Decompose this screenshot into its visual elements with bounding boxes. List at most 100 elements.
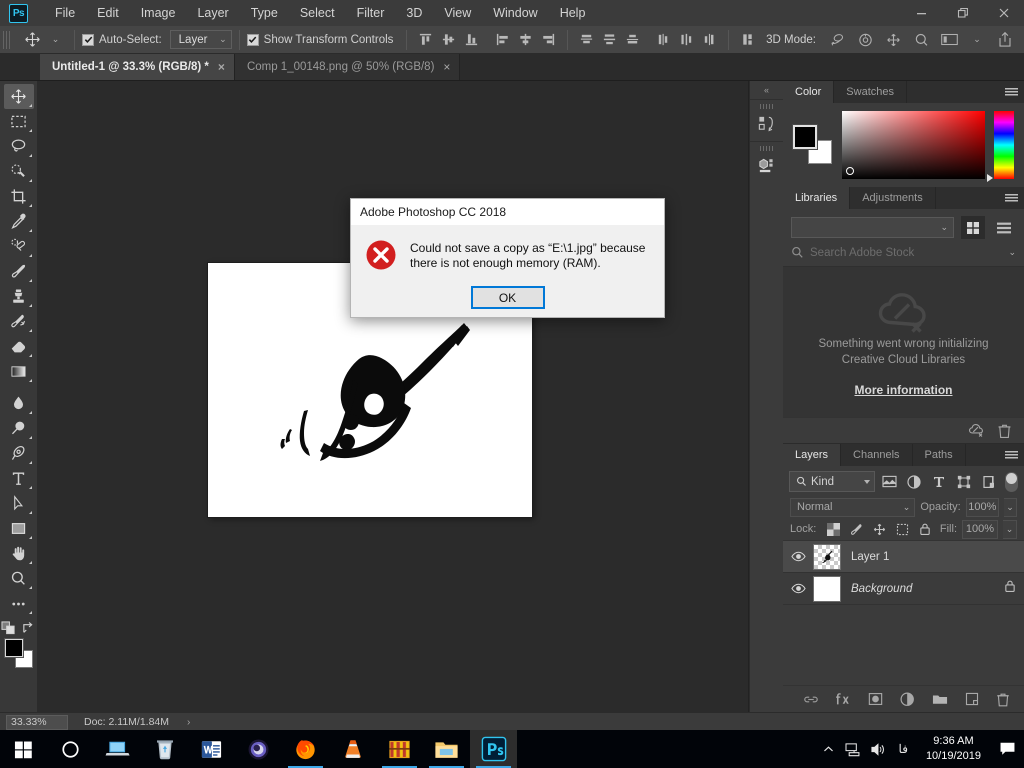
auto-select-checkbox[interactable] xyxy=(82,33,94,46)
close-icon[interactable]: × xyxy=(218,61,225,73)
adobe-stock-search[interactable]: Search Adobe Stock ⌄ xyxy=(783,244,1024,267)
filter-pixel-icon[interactable] xyxy=(879,471,900,492)
menu-help[interactable]: Help xyxy=(549,0,597,26)
eyedropper-tool[interactable] xyxy=(4,209,34,234)
auto-select-scope-select[interactable]: Layer ⌄ xyxy=(169,30,232,49)
ok-button[interactable]: OK xyxy=(470,286,545,309)
menu-layer[interactable]: Layer xyxy=(186,0,239,26)
canvas-area[interactable] xyxy=(38,81,749,712)
gradient-tool[interactable] xyxy=(4,359,34,384)
crop-tool[interactable] xyxy=(4,184,34,209)
brush-tool[interactable] xyxy=(4,259,34,284)
workspace-chevron-icon[interactable]: ⌄ xyxy=(964,28,990,52)
close-button[interactable] xyxy=(983,0,1024,26)
layer-thumbnail[interactable] xyxy=(813,543,841,570)
roll-3d-icon[interactable] xyxy=(852,28,878,52)
tab-color[interactable]: Color xyxy=(783,81,835,103)
hue-slider-handle[interactable] xyxy=(987,174,993,182)
microsoft-word-icon[interactable] xyxy=(188,730,235,768)
align-vertical-centers-icon[interactable] xyxy=(437,29,460,51)
filter-type-icon[interactable] xyxy=(928,471,949,492)
blend-mode-select[interactable]: Normal ⌄ xyxy=(790,497,916,517)
layers-panel-menu-button[interactable] xyxy=(1005,444,1018,466)
clone-stamp-tool[interactable] xyxy=(4,284,34,309)
filter-kind-select[interactable]: Kind xyxy=(789,471,875,492)
document-tab-untitled-1[interactable]: Untitled-1 @ 33.3% (RGB/8) * × xyxy=(40,54,235,80)
distribute-vertical-centers-icon[interactable] xyxy=(598,29,621,51)
status-expand-arrow-icon[interactable]: › xyxy=(187,717,190,728)
rectangle-tool[interactable] xyxy=(4,516,34,541)
layer-style-fx-icon[interactable] xyxy=(836,692,851,706)
opacity-stepper[interactable]: ⌄ xyxy=(1004,497,1017,517)
history-panel-button[interactable] xyxy=(749,99,784,141)
grid-view-button[interactable] xyxy=(961,216,985,239)
menu-type[interactable]: Type xyxy=(240,0,289,26)
workspace-switcher-icon[interactable] xyxy=(936,28,962,52)
quick-selection-tool[interactable] xyxy=(4,159,34,184)
tab-layers[interactable]: Layers xyxy=(783,444,842,466)
move-tool-icon[interactable] xyxy=(21,29,44,51)
lock-artboard-icon[interactable] xyxy=(896,523,909,536)
firefox-icon[interactable] xyxy=(282,730,329,768)
new-layer-icon[interactable] xyxy=(965,692,979,706)
zoom-3d-icon[interactable] xyxy=(908,28,934,52)
menu-image[interactable]: Image xyxy=(130,0,187,26)
new-adjustment-layer-icon[interactable] xyxy=(900,691,915,707)
panel-grip[interactable] xyxy=(760,104,773,109)
rectangular-marquee-tool[interactable] xyxy=(4,109,34,134)
network-icon[interactable] xyxy=(841,730,866,768)
lasso-tool[interactable] xyxy=(4,134,34,159)
recycle-bin-icon[interactable] xyxy=(141,730,188,768)
zoom-level-input[interactable]: 33.33% xyxy=(6,714,68,730)
orbit-3d-icon[interactable] xyxy=(824,28,850,52)
chevron-up-icon[interactable] xyxy=(816,730,841,768)
move-tool[interactable] xyxy=(3,84,34,109)
distribute-horizontal-centers-icon[interactable] xyxy=(675,29,698,51)
align-horizontal-centers-icon[interactable] xyxy=(514,29,537,51)
search-input[interactable]: Search Adobe Stock xyxy=(810,247,1002,259)
tab-libraries[interactable]: Libraries xyxy=(783,187,851,209)
align-more-options-icon[interactable] xyxy=(736,29,759,51)
distribute-right-edges-icon[interactable] xyxy=(698,29,721,51)
language-indicator[interactable]: فا xyxy=(891,742,916,756)
align-right-edges-icon[interactable] xyxy=(537,29,560,51)
color-spectrum-field[interactable] xyxy=(842,111,985,179)
pen-tool[interactable] xyxy=(4,441,34,466)
menu-select[interactable]: Select xyxy=(289,0,346,26)
cinema-4d-icon[interactable] xyxy=(235,730,282,768)
foreground-color-swatch[interactable] xyxy=(3,638,24,658)
menu-3d[interactable]: 3D xyxy=(395,0,433,26)
foreground-color-swatch[interactable] xyxy=(792,124,818,150)
options-bar-grip[interactable] xyxy=(3,30,12,49)
menu-view[interactable]: View xyxy=(433,0,482,26)
error-dialog[interactable]: Adobe Photoshop CC 2018 Could not save a… xyxy=(350,198,665,318)
dodge-tool[interactable] xyxy=(4,416,34,441)
opacity-input[interactable]: 100% xyxy=(965,497,1000,517)
close-icon[interactable]: × xyxy=(443,61,450,73)
tab-swatches[interactable]: Swatches xyxy=(834,81,907,103)
horizontal-type-tool[interactable] xyxy=(4,466,34,491)
delete-icon[interactable] xyxy=(997,423,1012,439)
lock-transparent-pixels-icon[interactable] xyxy=(827,522,841,536)
task-view-icon[interactable] xyxy=(94,730,141,768)
sync-error-icon[interactable] xyxy=(968,423,985,438)
color-swatches[interactable] xyxy=(3,638,34,671)
lock-image-pixels-icon[interactable] xyxy=(850,523,863,536)
minimize-button[interactable] xyxy=(901,0,942,26)
color-panel-menu-button[interactable] xyxy=(1005,81,1018,103)
tool-preset-chevron-icon[interactable]: ⌄ xyxy=(44,29,67,51)
filter-shape-icon[interactable] xyxy=(953,471,974,492)
spot-healing-brush-tool[interactable] xyxy=(4,234,34,259)
delete-layer-icon[interactable] xyxy=(996,692,1010,707)
distribute-bottom-edges-icon[interactable] xyxy=(621,29,644,51)
panel-grip[interactable] xyxy=(760,146,773,151)
layer-row-layer-1[interactable]: Layer 1 xyxy=(783,541,1024,573)
align-left-edges-icon[interactable] xyxy=(491,29,514,51)
menu-edit[interactable]: Edit xyxy=(86,0,130,26)
tab-adjustments[interactable]: Adjustments xyxy=(850,187,936,209)
file-explorer-icon[interactable] xyxy=(423,730,470,768)
link-layers-icon[interactable] xyxy=(803,694,819,705)
menu-file[interactable]: File xyxy=(44,0,86,26)
tab-paths[interactable]: Paths xyxy=(913,444,966,466)
collapse-panels-icon[interactable]: « xyxy=(750,81,784,99)
